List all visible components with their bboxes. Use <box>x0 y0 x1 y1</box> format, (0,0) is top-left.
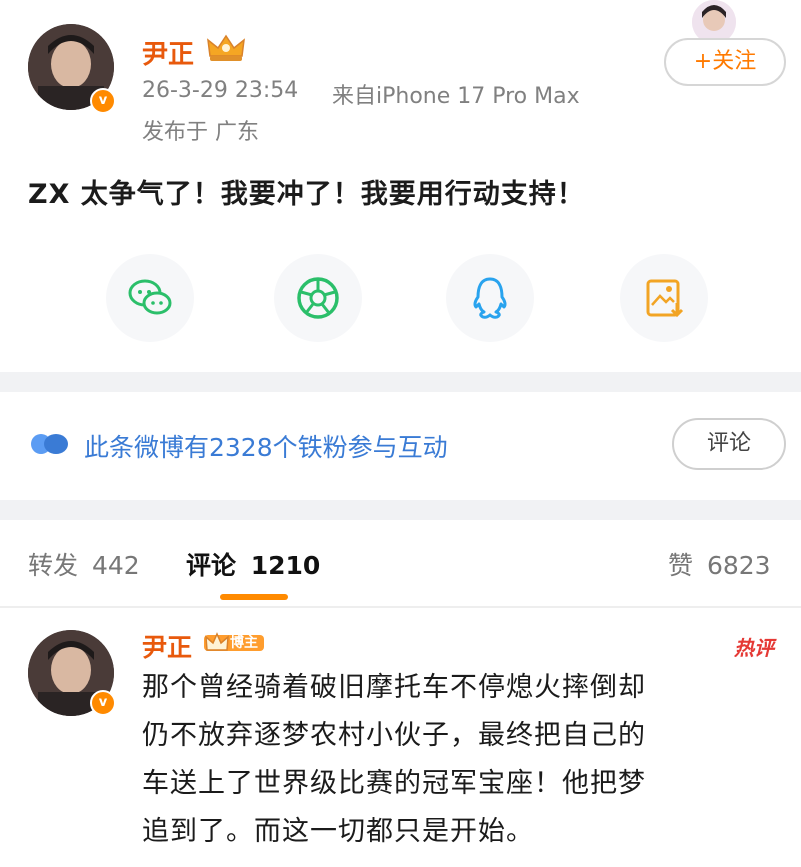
comment-line: 追到了。而这一切都只是开始。 <box>142 816 534 847</box>
comment-author-badge: 博主 <box>204 632 264 654</box>
tab-repost-label: 转发 <box>28 551 79 580</box>
crown-badge-icon <box>205 632 229 651</box>
comment-line: 仍不放弃逐梦农村小伙子，最终把自己的 <box>142 720 646 751</box>
tab-like-label: 赞 <box>668 551 694 580</box>
fans-interaction-text[interactable]: 此条微博有2328个铁粉参与互动 <box>84 428 448 464</box>
comment-line: 车送上了世界级比赛的冠军宝座！他把梦 <box>142 768 646 799</box>
tab-comment[interactable]: 评论 1210 <box>186 546 320 582</box>
post-source: 来自iPhone 17 Pro Max <box>332 84 580 109</box>
comment-verified-badge-icon: v <box>90 690 116 716</box>
comment-author-name[interactable]: 尹正 <box>142 628 192 664</box>
hot-comment-tag: 热评 <box>734 636 774 660</box>
qq-icon <box>473 277 507 319</box>
save-image-icon <box>646 279 684 318</box>
tab-repost[interactable]: 转发 442 <box>28 546 140 582</box>
tab-like[interactable]: 赞 6823 <box>668 546 771 582</box>
section-divider <box>0 372 801 392</box>
post-timestamp: 26-3-29 23:54 <box>142 78 299 103</box>
tab-repost-count: 442 <box>91 551 140 580</box>
share-wechat-button[interactable] <box>106 254 194 342</box>
follow-button[interactable]: +关注 <box>664 38 786 86</box>
share-moments-button[interactable] <box>274 254 362 342</box>
share-qq-button[interactable] <box>446 254 534 342</box>
tab-divider-line <box>0 606 801 608</box>
post-location: 发布于 广东 <box>142 120 259 145</box>
author-name[interactable]: 尹正 <box>142 34 194 71</box>
tab-comment-label: 评论 <box>186 551 237 580</box>
tab-like-count: 6823 <box>706 551 771 580</box>
comment-button[interactable]: 评论 <box>672 418 786 470</box>
comment-line: 那个曾经骑着破旧摩托车不停熄火摔倒却 <box>142 672 646 703</box>
comment-content: 那个曾经骑着破旧摩托车不停熄火摔倒却 仍不放弃逐梦农村小伙子，最终把自己的 车送… <box>142 664 646 856</box>
verified-badge-icon: v <box>90 88 116 114</box>
active-tab-indicator <box>220 594 288 600</box>
section-divider <box>0 500 801 520</box>
fans-icon <box>30 430 70 462</box>
vip-crown-icon <box>206 34 246 66</box>
tab-comment-count: 1210 <box>250 551 321 580</box>
save-image-button[interactable] <box>620 254 708 342</box>
post-content: ZX 太争气了！我要冲了！我要用行动支持！ <box>28 179 585 210</box>
moments-icon <box>297 277 339 319</box>
wechat-icon <box>128 279 172 315</box>
